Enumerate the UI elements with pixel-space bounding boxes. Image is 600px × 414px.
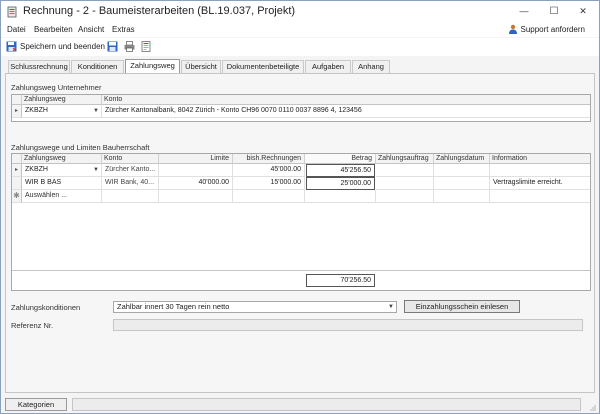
support-button[interactable]: Support anfordern	[508, 24, 586, 34]
support-person-icon	[508, 24, 517, 34]
dropdown-arrow-icon[interactable]: ▼	[91, 105, 101, 117]
referenz-nr-field	[113, 319, 583, 331]
cell-betrag-empty[interactable]	[305, 190, 376, 203]
tab-uebersicht[interactable]: Übersicht	[181, 60, 221, 74]
column-header-konto[interactable]: Konto	[102, 154, 159, 164]
document-icon	[7, 6, 17, 18]
save-and-close-label: Speichern und beenden	[20, 42, 105, 51]
cell-zahlungsauftrag-empty[interactable]	[376, 190, 434, 203]
column-header-limite[interactable]: Limite	[159, 154, 233, 164]
new-row-asterisk-icon: ✱	[12, 190, 22, 203]
column-header-betrag[interactable]: Betrag	[305, 154, 376, 164]
menu-extras[interactable]: Extras	[112, 25, 135, 34]
cell-limite[interactable]	[159, 164, 233, 177]
zahlungskonditionen-select[interactable]: Zahlbar innert 30 Tagen rein netto ▼	[113, 301, 397, 313]
betrag-total: 70'256.50	[306, 274, 375, 287]
unternehmer-grid: Zahlungsweg Konto ▸ ZKBZH ▼ Zürcher Kant…	[11, 94, 591, 122]
bauherrschaft-section-label: Zahlungswege und Limiten Bauherrschaft	[11, 143, 150, 152]
row-indicator-empty	[12, 177, 22, 190]
row-header-corner	[12, 154, 22, 164]
print-icon[interactable]	[124, 41, 135, 52]
kategorien-button[interactable]: Kategorien	[5, 398, 67, 411]
save-and-close-button[interactable]: Speichern und beenden	[6, 41, 105, 52]
column-header-bisherige-rechnungen[interactable]: bish.Rechnungen	[233, 154, 305, 164]
cell-bisherige-empty[interactable]	[233, 190, 305, 203]
cell-konto[interactable]: Zürcher Kanto...	[102, 164, 159, 177]
tab-schlussrechnung[interactable]: Schlussrechnung	[8, 60, 70, 74]
cell-bisherige-rechnungen[interactable]: 15'000.00	[233, 177, 305, 190]
cell-zahlungsweg[interactable]: ZKBZH	[22, 164, 102, 177]
zahlungskonditionen-value: Zahlbar innert 30 Tagen rein netto	[117, 302, 230, 311]
status-field	[72, 398, 581, 411]
save-close-icon	[6, 41, 17, 52]
cell-zahlungsauftrag[interactable]	[376, 164, 434, 177]
column-header-zahlungsweg[interactable]: Zahlungsweg	[22, 154, 102, 164]
cell-zahlungsauftrag[interactable]	[376, 177, 434, 190]
referenz-nr-label: Referenz Nr.	[11, 321, 54, 330]
grid-footer-divider	[12, 270, 590, 271]
maximize-icon: ☐	[549, 5, 559, 17]
menu-bar: Datei Bearbeiten Ansicht Extras Support …	[1, 23, 599, 37]
cell-konto[interactable]: WIR Bank, 40...	[102, 177, 159, 190]
minimize-icon: —	[519, 6, 529, 16]
dropdown-arrow-icon[interactable]: ▼	[91, 164, 101, 176]
new-row-selector[interactable]: Auswählen ...	[22, 190, 102, 203]
cell-information[interactable]: Vertragslimite erreicht.	[490, 177, 590, 190]
print-preview-icon[interactable]	[141, 41, 152, 52]
chevron-down-icon: ▼	[388, 304, 394, 310]
minimize-button[interactable]: —	[509, 1, 539, 21]
tab-zahlungsweg[interactable]: Zahlungsweg	[125, 59, 180, 74]
row-header-corner	[12, 95, 22, 105]
column-header-information[interactable]: Information	[490, 154, 590, 164]
menu-bearbeiten[interactable]: Bearbeiten	[34, 25, 73, 34]
bauherrschaft-grid: Zahlungsweg Konto Limite bish.Rechnungen…	[11, 153, 591, 291]
close-icon: ✕	[579, 5, 587, 16]
window-title: Rechnung - 2 - Baumeisterarbeiten (BL.19…	[23, 5, 296, 17]
column-header-zahlungsdatum[interactable]: Zahlungsdatum	[434, 154, 490, 164]
cell-limite-empty[interactable]	[159, 190, 233, 203]
cell-konto-empty[interactable]	[102, 190, 159, 203]
menu-datei[interactable]: Datei	[7, 25, 26, 34]
zahlungskonditionen-label: Zahlungskonditionen	[11, 303, 81, 312]
toolbar: Speichern und beenden	[1, 38, 599, 56]
tab-anhang[interactable]: Anhang	[352, 60, 390, 74]
column-header-zahlungsauftrag[interactable]: Zahlungsauftrag	[376, 154, 434, 164]
support-label: Support anfordern	[520, 24, 586, 34]
tab-konditionen[interactable]: Konditionen	[71, 60, 124, 74]
row-indicator-icon: ▸	[12, 105, 22, 118]
cell-bisherige-rechnungen[interactable]: 45'000.00	[233, 164, 305, 177]
cell-betrag[interactable]: 45'256.50	[306, 164, 375, 177]
tab-strip: Schlussrechnung Konditionen Zahlungsweg …	[1, 59, 599, 74]
column-header-konto[interactable]: Konto	[102, 95, 590, 105]
cell-zahlungsweg[interactable]: ZKBZH	[22, 105, 102, 118]
maximize-button[interactable]: ☐	[539, 1, 569, 21]
cell-zahlungsdatum-empty[interactable]	[434, 190, 490, 203]
cell-information[interactable]	[490, 164, 590, 177]
cell-zahlungsdatum[interactable]	[434, 164, 490, 177]
cell-zahlungsweg[interactable]: WIR B BAS	[22, 177, 102, 190]
row-indicator-icon: ▸	[12, 164, 22, 177]
cell-konto[interactable]: Zürcher Kantonalbank, 8042 Zürich - Kont…	[102, 105, 590, 118]
menu-ansicht[interactable]: Ansicht	[78, 25, 104, 34]
einzahlungsschein-einlesen-button[interactable]: Einzahlungsschein einlesen	[404, 300, 520, 313]
tab-aufgaben[interactable]: Aufgaben	[305, 60, 351, 74]
resize-grip-icon[interactable]	[590, 405, 596, 411]
column-header-zahlungsweg[interactable]: Zahlungsweg	[22, 95, 102, 105]
cell-information-empty[interactable]	[490, 190, 590, 203]
status-bar: Kategorien	[1, 396, 599, 413]
zahlungsweg-panel: Zahlungsweg Unternehmer Zahlungsweg Kont…	[5, 73, 595, 393]
cell-zahlungsdatum[interactable]	[434, 177, 490, 190]
title-bar: Rechnung - 2 - Baumeisterarbeiten (BL.19…	[1, 1, 599, 23]
tab-dokumentenbeteiligte[interactable]: Dokumentenbeteiligte	[222, 60, 304, 74]
unternehmer-section-label: Zahlungsweg Unternehmer	[11, 83, 102, 92]
cell-betrag[interactable]: 25'000.00	[306, 177, 375, 190]
close-button[interactable]: ✕	[568, 1, 598, 21]
save-icon[interactable]	[107, 41, 118, 52]
cell-limite[interactable]: 40'000.00	[159, 177, 233, 190]
app-window: Rechnung - 2 - Baumeisterarbeiten (BL.19…	[0, 0, 600, 414]
